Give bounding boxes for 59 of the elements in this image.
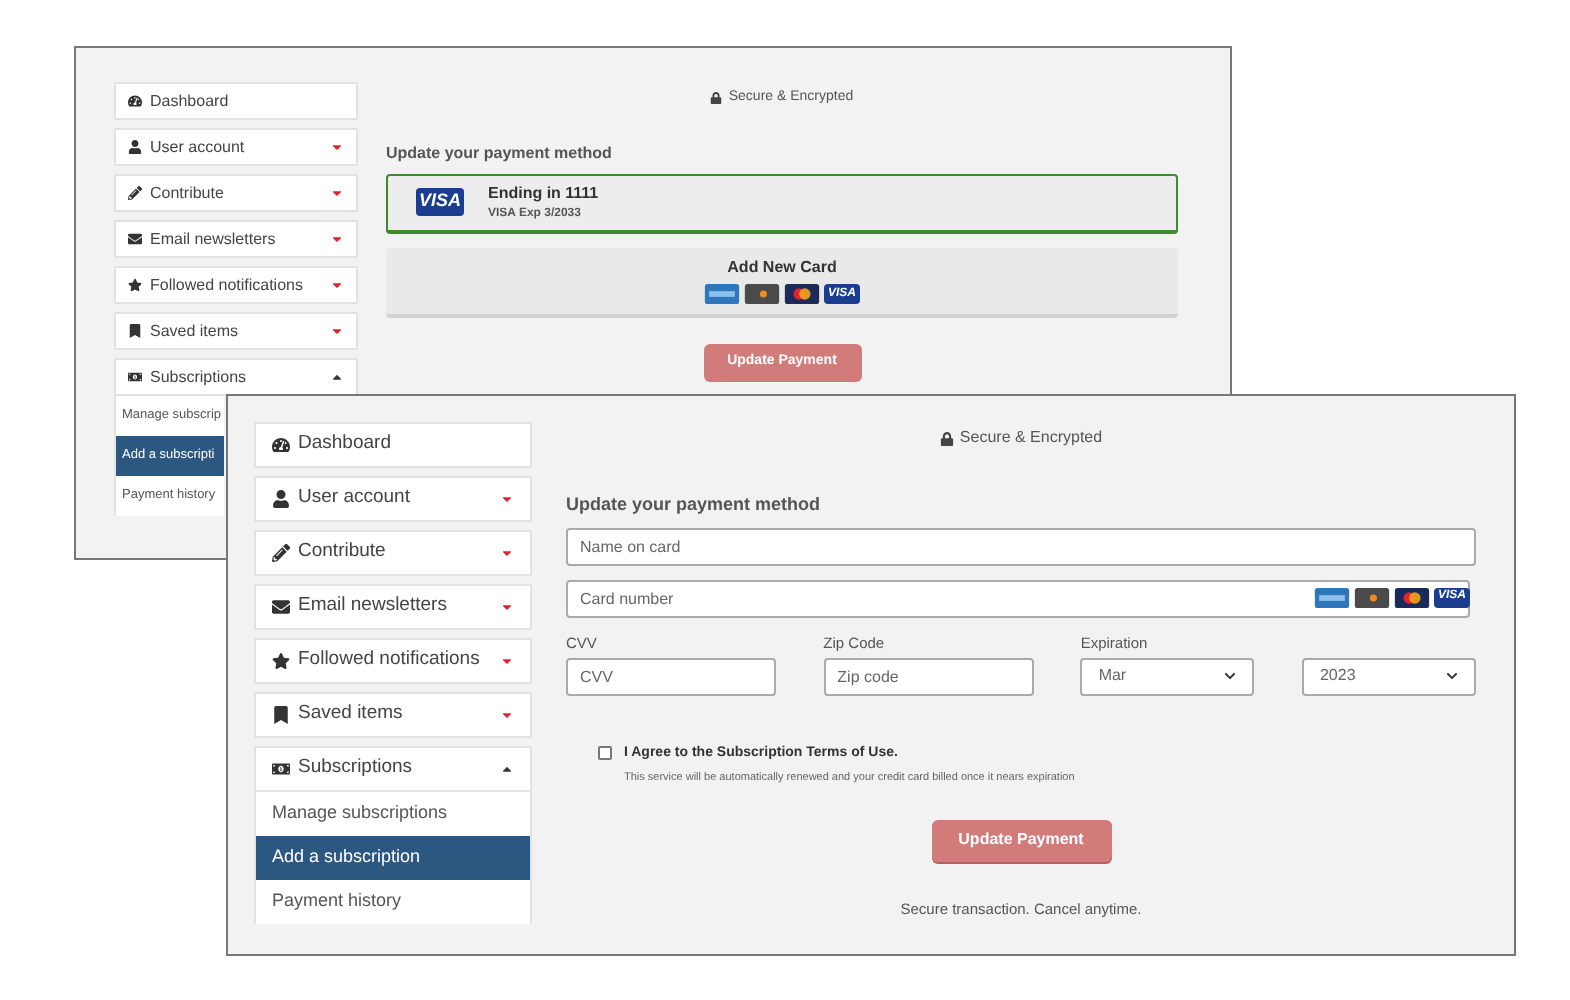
chevron-down-icon: [1445, 670, 1458, 683]
envelope-icon: [272, 598, 290, 616]
sidebar-item[interactable]: Followed notifications: [254, 638, 532, 684]
sidebar-item[interactable]: Email newsletters: [114, 220, 358, 258]
caret-down-icon: [330, 232, 344, 246]
section-heading: Update your payment method: [386, 141, 614, 165]
card-title: Ending in 1111: [488, 181, 599, 205]
sidebar-item[interactable]: Contribute: [114, 174, 358, 212]
submenu-item[interactable]: Manage subscriptions: [254, 792, 532, 836]
card-brand-icon: [784, 284, 820, 304]
sidebar-item[interactable]: Dashboard: [254, 422, 532, 468]
sidebar-item[interactable]: Subscriptions: [254, 746, 532, 792]
user-icon: [272, 490, 290, 508]
caret-down-icon: [330, 278, 344, 292]
submenu-item[interactable]: Add a subscription: [254, 836, 532, 880]
bookmark-icon: [128, 324, 142, 338]
card-brand-icon: [704, 284, 740, 304]
submenu-item[interactable]: Payment history: [254, 880, 532, 924]
sidebar-item[interactable]: User account: [114, 128, 358, 166]
sidebar-item[interactable]: User account: [254, 476, 532, 522]
zip-field[interactable]: Zip code: [823, 657, 1034, 696]
bookmark-icon: [272, 706, 290, 724]
sidebar-item[interactable]: Saved items: [114, 312, 358, 350]
month-select[interactable]: Mar: [1080, 657, 1255, 696]
name-field[interactable]: Name on card: [566, 527, 1476, 565]
user-icon: [128, 140, 142, 154]
agree-checkbox[interactable]: [598, 745, 612, 760]
dashboard-icon: [128, 94, 142, 108]
card-brand-icon: [744, 284, 780, 304]
caret-down-icon: [500, 600, 514, 614]
section-heading: Update your payment method: [566, 492, 823, 518]
caret-down-icon: [330, 186, 344, 200]
chevron-down-icon: [1224, 670, 1237, 683]
star-icon: [272, 652, 290, 670]
caret-up-icon: [330, 370, 344, 384]
lock-icon: [710, 92, 723, 105]
cvv-field[interactable]: CVV: [566, 657, 776, 696]
star-icon: [128, 278, 142, 292]
caret-down-icon: [500, 546, 514, 560]
sidebar-item[interactable]: Contribute: [254, 530, 532, 576]
caret-down-icon: [330, 324, 344, 338]
caret-up-icon: [500, 762, 514, 776]
caret-down-icon: [500, 654, 514, 668]
sidebar-item[interactable]: Saved items: [254, 692, 532, 738]
caret-down-icon: [330, 140, 344, 154]
sidebar-item[interactable]: Followed notifications: [114, 266, 358, 304]
caret-down-icon: [500, 492, 514, 506]
lock-icon: [939, 431, 954, 445]
year-select[interactable]: 2023: [1301, 657, 1476, 696]
pencil-icon: [272, 544, 290, 562]
dashboard-icon: [272, 436, 290, 454]
pencil-icon: [128, 186, 142, 200]
envelope-icon: [128, 232, 142, 246]
card-brand-logo: VISA: [416, 188, 464, 216]
secure-note: Secure & Encrypted: [959, 426, 1103, 450]
caret-down-icon: [500, 708, 514, 722]
sidebar-item[interactable]: Dashboard: [114, 82, 358, 120]
sidebar-item[interactable]: Email newsletters: [254, 584, 532, 630]
sidebar-item[interactable]: Subscriptions: [114, 358, 358, 396]
